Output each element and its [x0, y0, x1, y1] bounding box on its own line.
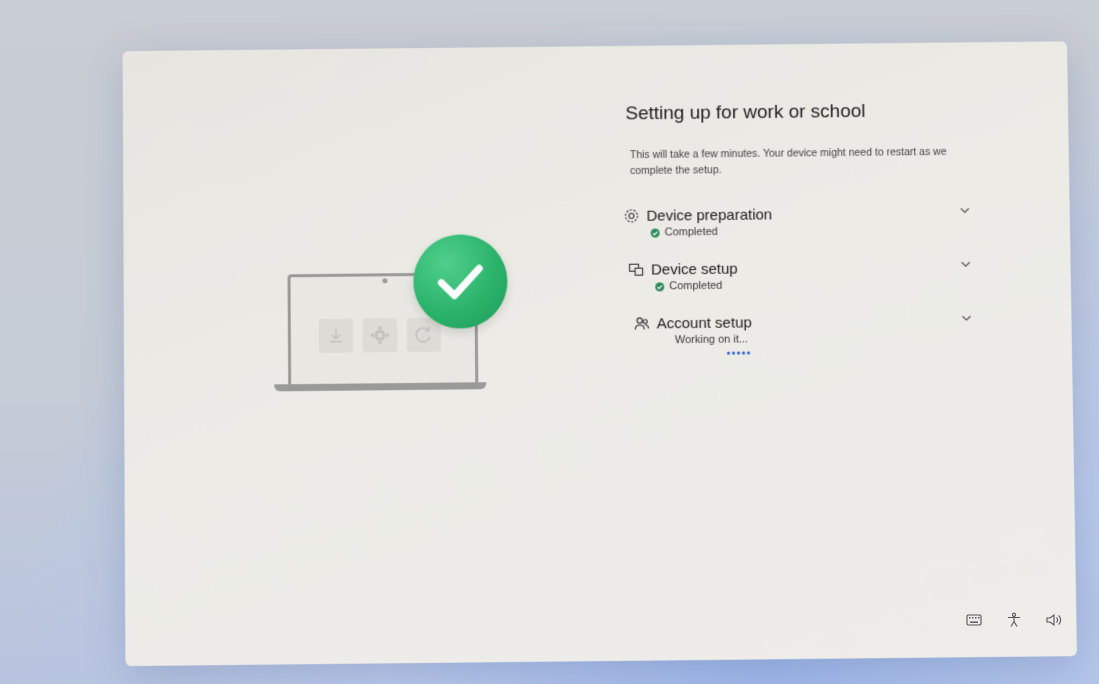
- gear-icon: [622, 207, 640, 225]
- step-title: Device setup: [650, 260, 738, 279]
- laptop-base: [274, 382, 487, 392]
- camera-dot: [382, 278, 388, 284]
- step-device-preparation[interactable]: Device preparation Completed: [622, 203, 1002, 261]
- step-title: Device preparation: [646, 205, 773, 225]
- completed-check-icon: [655, 281, 665, 291]
- checkmark-badge-icon: [413, 234, 508, 329]
- page-description: This will take a few minutes. Your devic…: [629, 145, 947, 178]
- download-icon: [318, 318, 353, 353]
- progress-indicator: [726, 349, 1004, 355]
- setup-panel: Setting up for work or school This will …: [621, 100, 1004, 369]
- system-tray: [965, 611, 1063, 629]
- volume-icon[interactable]: [1045, 611, 1063, 629]
- oobe-window: Setting up for work or school This will …: [122, 41, 1078, 667]
- settings-gear-icon: [362, 318, 397, 353]
- completed-check-icon: [650, 228, 660, 238]
- people-icon: [633, 314, 651, 332]
- devices-icon: [627, 261, 645, 279]
- accessibility-icon[interactable]: [1005, 611, 1023, 629]
- keyboard-icon[interactable]: [965, 611, 983, 629]
- step-status: Working on it...: [674, 333, 749, 347]
- step-status: Completed: [664, 225, 718, 239]
- page-title: Setting up for work or school: [625, 101, 866, 125]
- step-status: Completed: [669, 279, 723, 293]
- step-account-setup[interactable]: Account setup Working on it...: [633, 311, 1005, 369]
- step-title: Account setup: [656, 313, 752, 332]
- step-device-setup[interactable]: Device setup Completed: [627, 257, 1003, 315]
- chevron-down-icon[interactable]: [958, 203, 972, 217]
- chevron-down-icon[interactable]: [959, 311, 973, 325]
- chevron-down-icon[interactable]: [959, 257, 973, 271]
- setup-illustration: [273, 234, 514, 406]
